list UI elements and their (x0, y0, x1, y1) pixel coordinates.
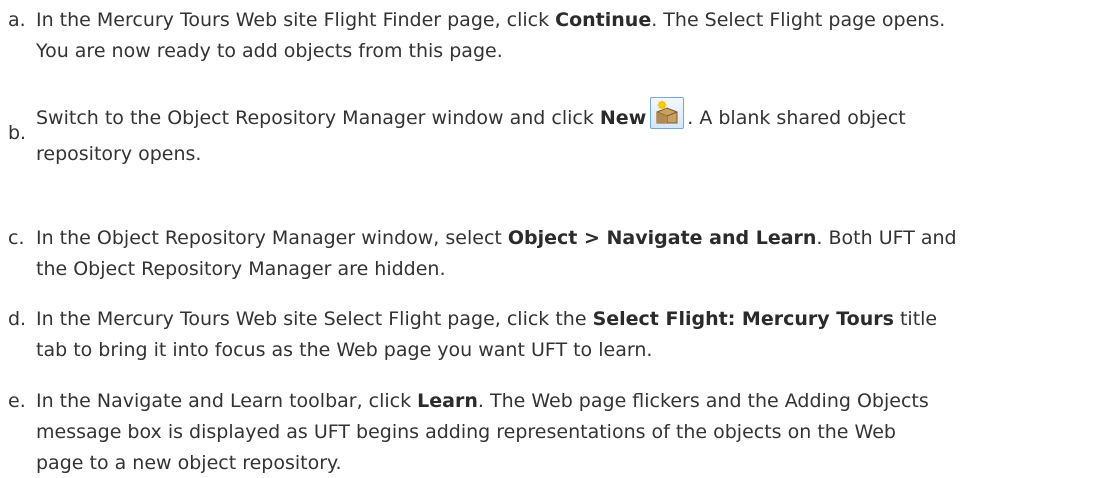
step-marker: c. (8, 227, 25, 249)
step-marker: b. (8, 122, 27, 144)
step-line: In the Navigate and Learn toolbar, click… (36, 389, 1101, 414)
step-text: In the Navigate and Learn toolbar, click (36, 390, 418, 412)
learn-button-reference: Learn (417, 390, 478, 412)
title-tab-reference: Select Flight: Mercury Tours (592, 308, 894, 330)
step-body: In the Object Repository Manager window,… (36, 226, 1101, 282)
step-line: You are now ready to add objects from th… (36, 40, 503, 62)
step-line: Switch to the Object Repository Manager … (36, 97, 1101, 136)
step-text: In the Mercury Tours Web site Select Fli… (36, 308, 593, 330)
step-line: In the Mercury Tours Web site Select Fli… (36, 307, 1101, 332)
step-marker: e. (8, 390, 26, 412)
menu-path-reference: Object > Navigate and Learn (507, 227, 817, 249)
step-text: . A blank shared object (687, 107, 906, 129)
step-text: In the Object Repository Manager window,… (36, 227, 508, 249)
step-line: the Object Repository Manager are hidden… (36, 258, 446, 280)
step-text: . The Select Flight page opens. (651, 9, 946, 31)
continue-button-reference: Continue (555, 9, 652, 31)
step-line: tab to bring it into focus as the Web pa… (36, 339, 653, 361)
step-text: . The Web page flickers and the Adding O… (477, 390, 929, 412)
step-text: Switch to the Object Repository Manager … (36, 107, 600, 129)
step-line: repository opens. (36, 143, 202, 165)
step-text: title (893, 308, 938, 330)
new-repository-icon (650, 97, 685, 129)
step-line: In the Object Repository Manager window,… (36, 226, 1101, 251)
step-line: In the Mercury Tours Web site Flight Fin… (36, 8, 1101, 33)
step-body: In the Mercury Tours Web site Select Fli… (36, 307, 1101, 363)
step-line: message box is displayed as UFT begins a… (36, 421, 896, 443)
step-text: In the Mercury Tours Web site Flight Fin… (36, 9, 556, 31)
step-body: In the Navigate and Learn toolbar, click… (36, 389, 1101, 476)
step-body: In the Mercury Tours Web site Flight Fin… (36, 8, 1101, 64)
step-body: Switch to the Object Repository Manager … (36, 97, 1101, 167)
step-text: . Both UFT and (816, 227, 957, 249)
step-marker: a. (8, 9, 26, 31)
step-marker: d. (8, 308, 27, 330)
step-line: page to a new object repository. (36, 452, 342, 474)
new-button-reference: New (599, 107, 647, 129)
